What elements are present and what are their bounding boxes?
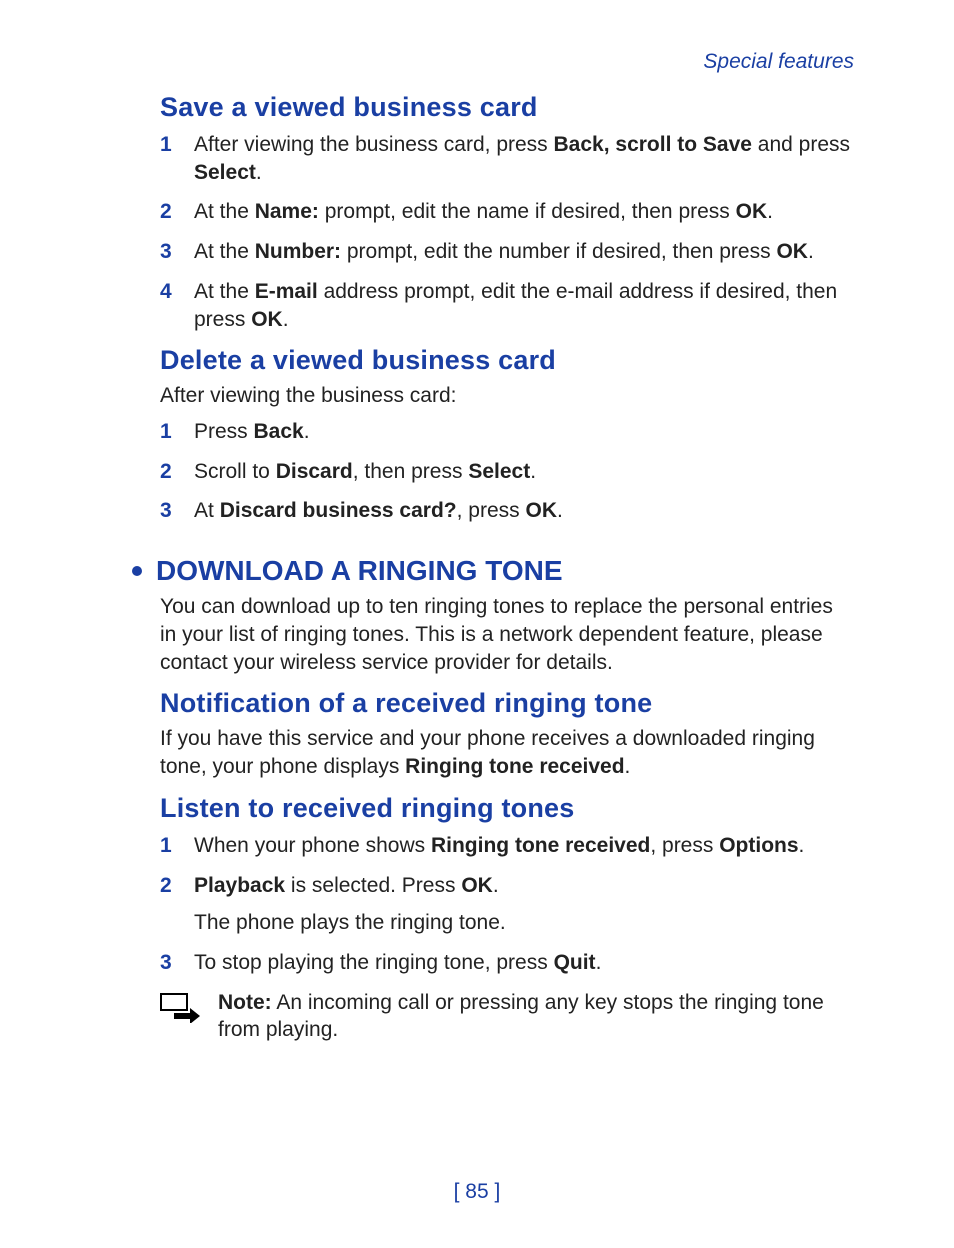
step-number: 3 bbox=[160, 497, 194, 525]
note-text: Note: An incoming call or pressing any k… bbox=[218, 989, 854, 1044]
list-item: 1 After viewing the business card, press… bbox=[160, 131, 854, 186]
step-text: At the Name: prompt, edit the name if de… bbox=[194, 198, 854, 226]
step-text: Scroll to Discard, then press Select. bbox=[194, 458, 854, 486]
step-text: At the E-mail address prompt, edit the e… bbox=[194, 278, 854, 333]
steps-save-card: 1 After viewing the business card, press… bbox=[160, 131, 854, 333]
step-number: 1 bbox=[160, 418, 194, 446]
heading-delete-card: Delete a viewed business card bbox=[160, 345, 854, 376]
page-number: [ 85 ] bbox=[0, 1180, 954, 1204]
list-item: 3 At the Number: prompt, edit the number… bbox=[160, 238, 854, 266]
heading-save-card: Save a viewed business card bbox=[160, 92, 854, 123]
header-section-label: Special features bbox=[160, 50, 854, 74]
intro-download-tone: You can download up to ten ringing tones… bbox=[160, 593, 854, 676]
intro-notification: If you have this service and your phone … bbox=[160, 725, 854, 780]
step-text: At the Number: prompt, edit the number i… bbox=[194, 238, 854, 266]
note-arrow-icon bbox=[160, 993, 204, 1031]
list-item: 1 Press Back. bbox=[160, 418, 854, 446]
heading-download-tone: DOWNLOAD A RINGING TONE bbox=[132, 555, 854, 587]
step-number: 1 bbox=[160, 832, 194, 860]
list-item: 3 To stop playing the ringing tone, pres… bbox=[160, 949, 854, 977]
note-block: Note: An incoming call or pressing any k… bbox=[160, 989, 854, 1044]
steps-delete-card: 1 Press Back. 2 Scroll to Discard, then … bbox=[160, 418, 854, 525]
list-item: 3 At Discard business card?, press OK. bbox=[160, 497, 854, 525]
step-number: 1 bbox=[160, 131, 194, 159]
list-item: 2 Scroll to Discard, then press Select. bbox=[160, 458, 854, 486]
step-text: Playback is selected. Press OK. The phon… bbox=[194, 872, 854, 937]
list-item: 2 At the Name: prompt, edit the name if … bbox=[160, 198, 854, 226]
step-text: To stop playing the ringing tone, press … bbox=[194, 949, 854, 977]
list-item: 1 When your phone shows Ringing tone rec… bbox=[160, 832, 854, 860]
heading-download-tone-text: DOWNLOAD A RINGING TONE bbox=[156, 555, 563, 586]
step-number: 4 bbox=[160, 278, 194, 306]
step-number: 2 bbox=[160, 872, 194, 900]
steps-listen: 1 When your phone shows Ringing tone rec… bbox=[160, 832, 854, 977]
step-text: After viewing the business card, press B… bbox=[194, 131, 854, 186]
heading-listen: Listen to received ringing tones bbox=[160, 793, 854, 824]
step-text: At Discard business card?, press OK. bbox=[194, 497, 854, 525]
step-number: 3 bbox=[160, 949, 194, 977]
heading-notification: Notification of a received ringing tone bbox=[160, 688, 854, 719]
step-number: 2 bbox=[160, 198, 194, 226]
step-number: 2 bbox=[160, 458, 194, 486]
step-text-main: Playback is selected. Press OK. bbox=[194, 874, 499, 897]
bullet-icon bbox=[132, 566, 142, 576]
manual-page: Special features Save a viewed business … bbox=[0, 0, 954, 1248]
step-number: 3 bbox=[160, 238, 194, 266]
list-item: 4 At the E-mail address prompt, edit the… bbox=[160, 278, 854, 333]
intro-delete-card: After viewing the business card: bbox=[160, 382, 854, 410]
step-text: When your phone shows Ringing tone recei… bbox=[194, 832, 854, 860]
step-subtext: The phone plays the ringing tone. bbox=[194, 909, 854, 937]
list-item: 2 Playback is selected. Press OK. The ph… bbox=[160, 872, 854, 937]
step-text: Press Back. bbox=[194, 418, 854, 446]
